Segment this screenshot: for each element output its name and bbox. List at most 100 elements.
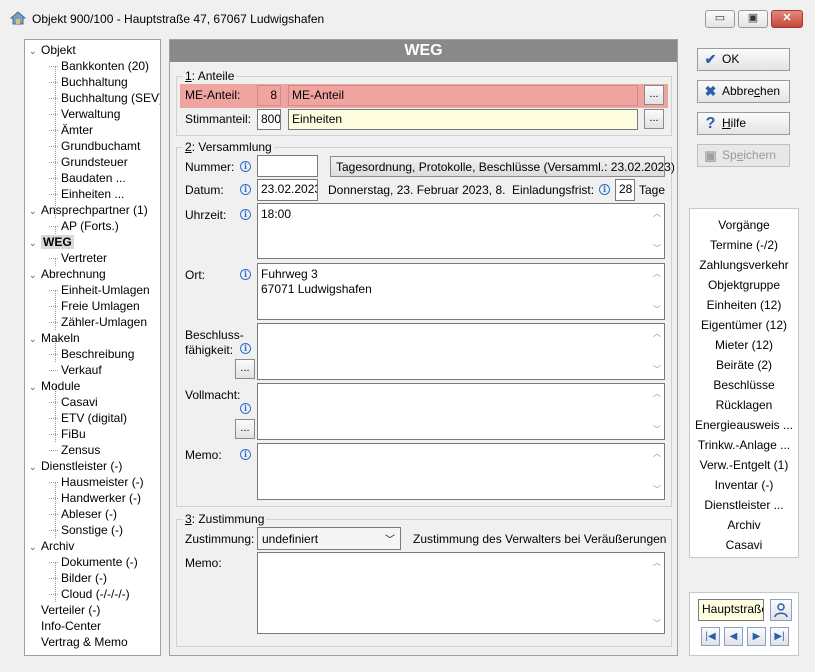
related-link[interactable]: Verw.-Entgelt (1): [690, 458, 798, 472]
previous-record-button[interactable]: ◀: [724, 627, 743, 646]
related-link[interactable]: Rücklagen: [690, 398, 798, 412]
related-link[interactable]: Archiv: [690, 518, 798, 532]
uhrzeit-field[interactable]: 18:00 ︿ ﹀: [257, 203, 665, 259]
related-link[interactable]: Inventar (-): [690, 478, 798, 492]
related-link[interactable]: Eigentümer (12): [690, 318, 798, 332]
related-link[interactable]: Trinkw.-Anlage ...: [690, 438, 798, 452]
scroll-down-icon[interactable]: ﹀: [653, 241, 661, 256]
person-search-button[interactable]: [770, 599, 792, 621]
tree-item[interactable]: Vertreter: [48, 250, 107, 266]
tree-item[interactable]: Freie Umlagen: [49, 298, 140, 314]
tree-item[interactable]: Cloud (-/-/-/-): [49, 586, 130, 602]
tree-item[interactable]: Handwerker (-): [48, 490, 141, 506]
tree-item[interactable]: Buchhaltung: [49, 74, 128, 90]
related-link[interactable]: Einheiten (12): [690, 298, 798, 312]
scroll-up-icon[interactable]: ︿: [653, 386, 661, 401]
tree-item[interactable]: ⌄ WEG: [29, 234, 74, 250]
tagesordnung-button[interactable]: Tagesordnung, Protokolle, Beschlüsse (Ve…: [330, 156, 675, 177]
info-icon[interactable]: i: [240, 184, 251, 195]
tree-item[interactable]: Verkauf: [49, 362, 102, 378]
info-icon[interactable]: i: [240, 449, 251, 460]
beschluss-field[interactable]: ︿ ﹀: [257, 323, 665, 380]
beschluss-more-button[interactable]: ...: [235, 359, 255, 379]
stimmanteil-more-button[interactable]: ...: [644, 109, 664, 129]
me-anteil-text-field[interactable]: ME-Anteil: [288, 85, 638, 106]
next-record-button[interactable]: ▶: [747, 627, 766, 646]
tree-item[interactable]: ⌄ Ansprechpartner (1): [29, 202, 148, 218]
versammlung-memo-field[interactable]: ︿ ﹀: [257, 443, 665, 500]
tree-item[interactable]: ⌄ Dienstleister (-): [29, 458, 122, 474]
vollmacht-more-button[interactable]: ...: [235, 419, 255, 439]
me-anteil-more-button[interactable]: ...: [644, 85, 664, 105]
cancel-button[interactable]: ✖ Abbrechen: [697, 80, 790, 103]
scroll-down-icon[interactable]: ﹀: [653, 482, 661, 497]
chevron-down-icon[interactable]: ⌄: [29, 379, 41, 395]
chevron-down-icon[interactable]: ⌄: [29, 459, 41, 475]
related-link[interactable]: Beschlüsse: [690, 378, 798, 392]
tree-item[interactable]: Zähler-Umlagen: [48, 314, 147, 330]
minimize-button[interactable]: ▭: [705, 10, 735, 28]
chevron-down-icon[interactable]: ⌄: [29, 539, 41, 555]
search-field[interactable]: Hauptstraße: [698, 599, 764, 621]
chevron-down-icon[interactable]: ⌄: [29, 267, 41, 283]
tree-item[interactable]: ⌄ Objekt: [29, 42, 76, 58]
info-icon[interactable]: i: [240, 161, 251, 172]
nummer-field[interactable]: [257, 155, 318, 177]
related-link[interactable]: Energieausweis ...: [690, 418, 798, 432]
tree-item[interactable]: ⌄ Archiv: [29, 538, 74, 554]
related-link[interactable]: Beiräte (2): [690, 358, 798, 372]
scroll-up-icon[interactable]: ︿: [653, 206, 661, 221]
scroll-down-icon[interactable]: ﹀: [653, 616, 661, 631]
info-icon[interactable]: i: [240, 269, 251, 280]
close-button[interactable]: ✕: [771, 10, 803, 28]
tree-item[interactable]: Dokumente (-): [49, 554, 138, 570]
last-record-button[interactable]: ▶|: [770, 627, 789, 646]
tree-item[interactable]: Bilder (-): [48, 570, 107, 586]
scroll-up-icon[interactable]: ︿: [653, 326, 661, 341]
navigation-tree[interactable]: ⌄ Objekt Bankkonten (20) Buchhaltung Buchhal…: [24, 39, 161, 656]
related-link[interactable]: Objektgruppe: [690, 278, 798, 292]
tree-item[interactable]: Vertrag & Memo: [29, 634, 128, 650]
stimmanteil-text-field[interactable]: Einheiten: [288, 109, 638, 130]
chevron-down-icon[interactable]: ⌄: [29, 203, 41, 219]
tree-item[interactable]: ⌄ Abrechnung: [29, 266, 106, 282]
tree-item[interactable]: ⌄ Makeln: [29, 330, 80, 346]
zustimmung-select[interactable]: undefiniert ﹀: [257, 527, 401, 550]
tree-item[interactable]: Ämter: [48, 122, 93, 138]
related-link[interactable]: Mieter (12): [690, 338, 798, 352]
info-icon[interactable]: i: [240, 209, 251, 220]
related-link[interactable]: Casavi: [690, 538, 798, 552]
tree-item[interactable]: Einheit-Umlagen: [49, 282, 150, 298]
ort-field[interactable]: Fuhrweg 3 67071 Ludwigshafen ︿ ﹀: [257, 263, 665, 320]
scroll-down-icon[interactable]: ﹀: [653, 422, 661, 437]
tree-item[interactable]: Verteiler (-): [29, 602, 100, 618]
vollmacht-field[interactable]: ︿ ﹀: [257, 383, 665, 440]
tree-item[interactable]: Hausmeister (-): [49, 474, 144, 490]
scroll-up-icon[interactable]: ︿: [653, 555, 661, 570]
info-icon[interactable]: i: [240, 343, 251, 354]
datum-field[interactable]: 23.02.2023: [257, 179, 318, 201]
tree-item[interactable]: Einheiten ...: [48, 186, 124, 202]
tree-item[interactable]: Grundbuchamt: [48, 138, 140, 154]
chevron-down-icon[interactable]: ⌄: [29, 43, 41, 59]
related-link[interactable]: Termine (-/2): [690, 238, 798, 252]
chevron-down-icon[interactable]: ⌄: [29, 235, 41, 251]
related-link[interactable]: Zahlungsverkehr: [690, 258, 798, 272]
first-record-button[interactable]: |◀: [701, 627, 720, 646]
tree-item[interactable]: ⌄ Module: [29, 378, 80, 394]
tree-item[interactable]: ETV (digital): [48, 410, 127, 426]
tree-item[interactable]: Baudaten ...: [49, 170, 126, 186]
info-icon[interactable]: i: [599, 184, 610, 195]
tree-item[interactable]: AP (Forts.): [49, 218, 119, 234]
related-link[interactable]: Vorgänge: [690, 218, 798, 232]
scroll-up-icon[interactable]: ︿: [653, 446, 661, 461]
tree-item[interactable]: Sonstige (-): [48, 522, 123, 538]
stimmanteil-field[interactable]: 800: [257, 109, 281, 130]
tree-item[interactable]: Verwaltung: [48, 106, 120, 122]
scroll-down-icon[interactable]: ﹀: [653, 362, 661, 377]
me-anteil-field[interactable]: 8: [257, 85, 281, 106]
tree-item[interactable]: Bankkonten (20): [48, 58, 149, 74]
einladungsfrist-field[interactable]: 28: [615, 179, 635, 201]
tree-item[interactable]: Grundsteuer: [49, 154, 128, 170]
tree-item[interactable]: FiBu: [49, 426, 86, 442]
